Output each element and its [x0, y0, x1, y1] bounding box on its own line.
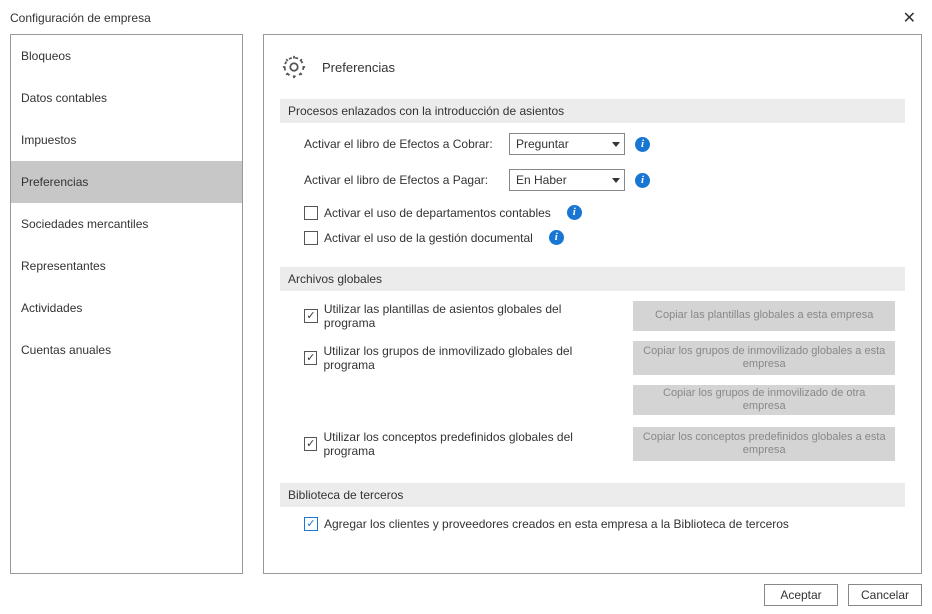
copy-concept-button: Copiar los conceptos predefinidos global…	[633, 427, 895, 461]
plantillas-label-text: Utilizar las plantillas de asientos glob…	[324, 302, 614, 330]
cobrar-select-value: Preguntar	[516, 137, 569, 151]
copy-plantillas-button: Copiar las plantillas globales a esta em…	[633, 301, 895, 331]
info-icon[interactable]: i	[549, 230, 564, 245]
section-procesos-title: Procesos enlazados con la introducción d…	[280, 99, 905, 123]
dept-checkbox[interactable]	[304, 206, 318, 220]
plantillas-checkbox[interactable]	[304, 309, 318, 323]
biblioteca-label-text: Agregar los clientes y proveedores cread…	[324, 517, 789, 531]
section-archivos-title: Archivos globales	[280, 267, 905, 291]
copy-inmov-button: Copiar los grupos de inmovilizado global…	[633, 341, 895, 375]
cancel-button[interactable]: Cancelar	[848, 584, 922, 606]
section-biblioteca-title: Biblioteca de terceros	[280, 483, 905, 507]
cobrar-label: Activar el libro de Efectos a Cobrar:	[304, 137, 499, 151]
sidebar-item-preferencias[interactable]: Preferencias	[11, 161, 242, 203]
doc-checkbox-label[interactable]: Activar el uso de la gestión documental	[304, 231, 533, 245]
dept-checkbox-label[interactable]: Activar el uso de departamentos contable…	[304, 206, 551, 220]
biblioteca-checkbox-label[interactable]: Agregar los clientes y proveedores cread…	[304, 517, 895, 531]
sidebar-item-sociedades[interactable]: Sociedades mercantiles	[11, 203, 242, 245]
chevron-down-icon	[612, 178, 620, 183]
doc-checkbox[interactable]	[304, 231, 318, 245]
close-icon[interactable]: ✕	[897, 8, 922, 28]
info-icon[interactable]: i	[635, 173, 650, 188]
info-icon[interactable]: i	[635, 137, 650, 152]
cobrar-select[interactable]: Preguntar	[509, 133, 625, 155]
inmov-label-text: Utilizar los grupos de inmovilizado glob…	[323, 344, 613, 372]
doc-label-text: Activar el uso de la gestión documental	[324, 231, 533, 245]
inmov-checkbox[interactable]	[304, 351, 317, 365]
biblioteca-checkbox[interactable]	[304, 517, 318, 531]
sidebar-item-bloqueos[interactable]: Bloqueos	[11, 35, 242, 77]
window-title: Configuración de empresa	[10, 11, 151, 25]
sidebar-item-actividades[interactable]: Actividades	[11, 287, 242, 329]
pagar-select[interactable]: En Haber	[509, 169, 625, 191]
copy-inmov-otra-button: Copiar los grupos de inmovilizado de otr…	[633, 385, 895, 415]
gear-icon	[280, 53, 308, 81]
sidebar: Bloqueos Datos contables Impuestos Prefe…	[10, 34, 243, 574]
pagar-label: Activar el libro de Efectos a Pagar:	[304, 173, 499, 187]
dept-label-text: Activar el uso de departamentos contable…	[324, 206, 551, 220]
sidebar-item-datos-contables[interactable]: Datos contables	[11, 77, 242, 119]
plantillas-checkbox-label[interactable]: Utilizar las plantillas de asientos glob…	[304, 302, 613, 330]
page-title: Preferencias	[322, 60, 395, 75]
sidebar-item-cuentas-anuales[interactable]: Cuentas anuales	[11, 329, 242, 371]
concept-label-text: Utilizar los conceptos predefinidos glob…	[323, 430, 613, 458]
chevron-down-icon	[612, 142, 620, 147]
concept-checkbox-label[interactable]: Utilizar los conceptos predefinidos glob…	[304, 430, 613, 458]
inmov-checkbox-label[interactable]: Utilizar los grupos de inmovilizado glob…	[304, 344, 613, 372]
pagar-select-value: En Haber	[516, 173, 567, 187]
concept-checkbox[interactable]	[304, 437, 317, 451]
info-icon[interactable]: i	[567, 205, 582, 220]
accept-button[interactable]: Aceptar	[764, 584, 838, 606]
sidebar-item-representantes[interactable]: Representantes	[11, 245, 242, 287]
content-panel: Preferencias Procesos enlazados con la i…	[263, 34, 922, 574]
sidebar-item-impuestos[interactable]: Impuestos	[11, 119, 242, 161]
